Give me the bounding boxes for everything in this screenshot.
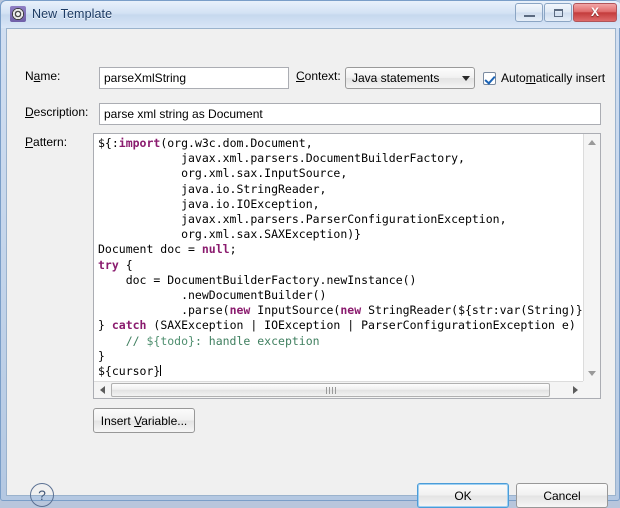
code-line: } catch (SAXException | IOException | Pa… (98, 318, 583, 333)
code-token: catch (111, 318, 147, 333)
code-token: } (98, 348, 105, 363)
pattern-horizontal-scrollbar[interactable] (94, 381, 583, 398)
code-token: ${todo} (146, 333, 195, 348)
window-controls: X (515, 3, 617, 22)
code-token: org.xml.sax.InputSource, (98, 166, 348, 181)
description-input[interactable]: parse xml string as Document (99, 103, 601, 125)
scrollbar-corner (583, 381, 600, 398)
window-title: New Template (32, 7, 113, 21)
context-row: Context: (296, 69, 341, 83)
context-dropdown[interactable]: Java statements (345, 67, 475, 89)
title-bar[interactable]: New Template X (1, 1, 620, 28)
scroll-up-icon[interactable] (584, 134, 600, 150)
cancel-button-label: Cancel (543, 488, 581, 503)
code-token: StringReader(${str:var(String)} (361, 303, 583, 318)
close-icon: X (590, 5, 599, 19)
scroll-down-icon[interactable] (584, 365, 600, 381)
code-line: ${cursor} (98, 364, 583, 379)
code-token: ${cursor} (98, 364, 161, 379)
description-label: Description: (25, 105, 89, 119)
code-line: javax.xml.parsers.DocumentBuilderFactory… (98, 151, 583, 166)
code-line: .parse(new InputSource(new StringReader(… (98, 303, 583, 318)
context-label: Context: (296, 69, 341, 83)
code-token: javax.xml.parsers.ParserConfigurationExc… (98, 212, 507, 227)
chevron-down-icon (462, 75, 470, 81)
insert-variable-button[interactable]: Insert Variable... (93, 408, 195, 433)
code-token: Document doc = (98, 242, 202, 257)
text-cursor-icon (160, 365, 162, 377)
minimize-button[interactable] (515, 3, 543, 22)
name-label: Name: (25, 69, 61, 83)
code-token: null (201, 242, 230, 257)
code-token: new (340, 303, 362, 318)
dialog-client-area: Name: parseXmlString Context: Java state… (6, 28, 616, 508)
code-line: java.io.IOException, (98, 197, 583, 212)
context-selected-value: Java statements (352, 71, 440, 85)
code-token: (org.w3c.dom.Document, (160, 136, 313, 150)
maximize-button[interactable] (544, 3, 572, 22)
pattern-label: Pattern: (25, 135, 68, 149)
new-template-dialog: New Template X Name: parseXmlString Cont… (0, 0, 620, 508)
code-line: java.io.StringReader, (98, 182, 583, 197)
name-input-value: parseXmlString (104, 71, 187, 85)
ok-button[interactable]: OK (417, 483, 509, 508)
auto-insert-checkbox-row[interactable]: Automatically insert (483, 71, 605, 85)
code-line: javax.xml.parsers.ParserConfigurationExc… (98, 212, 583, 227)
pattern-vertical-scrollbar[interactable] (583, 134, 600, 381)
name-input[interactable]: parseXmlString (99, 67, 289, 89)
scroll-left-icon[interactable] (94, 382, 110, 398)
horizontal-scrollbar-thumb[interactable] (111, 383, 550, 397)
auto-insert-label: Automatically insert (501, 71, 606, 85)
code-line: doc = DocumentBuilderFactory.newInstance… (98, 273, 583, 288)
template-gear-icon (10, 6, 26, 22)
code-token: doc = DocumentBuilderFactory.newInstance… (98, 272, 417, 287)
insert-variable-label: Insert Variable... (100, 413, 188, 428)
code-line: try { (98, 258, 583, 273)
cancel-button[interactable]: Cancel (516, 483, 608, 508)
code-token: java.io.IOException, (98, 196, 320, 211)
code-line: } (98, 349, 583, 364)
code-token: ${: (98, 136, 119, 150)
code-token: } (98, 318, 112, 333)
code-line: ${:import(org.w3c.dom.Document, (98, 136, 583, 151)
title-bar-left: New Template (10, 6, 112, 22)
code-line: org.xml.sax.InputSource, (98, 166, 583, 181)
code-token: java.io.StringReader, (98, 181, 327, 196)
description-input-value: parse xml string as Document (104, 107, 263, 121)
code-token: (SAXException | IOException | ParserConf… (146, 318, 576, 333)
name-row: Name: (25, 69, 60, 83)
code-token: : handle exception (194, 333, 320, 348)
code-token: InputSource( (250, 303, 341, 318)
ok-button-label: OK (454, 488, 472, 503)
code-token: .newDocumentBuilder() (98, 288, 327, 303)
code-token: try (98, 257, 119, 272)
code-token: org.xml.sax.SAXException)} (98, 227, 362, 242)
code-line: org.xml.sax.SAXException)} (98, 227, 583, 242)
auto-insert-checkbox[interactable] (483, 71, 496, 85)
code-token: { (118, 257, 133, 272)
description-row: Description: (25, 105, 88, 119)
code-token: ; (229, 242, 237, 257)
scroll-right-icon[interactable] (567, 382, 583, 398)
code-line: .newDocumentBuilder() (98, 288, 583, 303)
close-button[interactable]: X (573, 3, 617, 22)
scrollbar-grip-icon (325, 386, 336, 394)
code-token: import (118, 136, 161, 150)
code-token: // (98, 333, 147, 348)
code-token: .parse( (98, 303, 230, 318)
pattern-code-text[interactable]: ${:import(org.w3c.dom.Document, javax.xm… (94, 134, 583, 381)
pattern-editor[interactable]: ${:import(org.w3c.dom.Document, javax.xm… (93, 133, 601, 399)
code-token: new (229, 303, 251, 318)
help-button[interactable]: ? (30, 483, 54, 507)
code-line: Document doc = null; (98, 242, 583, 257)
code-token: javax.xml.parsers.DocumentBuilderFactory… (98, 151, 465, 166)
code-line: // ${todo}: handle exception (98, 334, 583, 349)
pattern-row: Pattern: (25, 135, 67, 149)
